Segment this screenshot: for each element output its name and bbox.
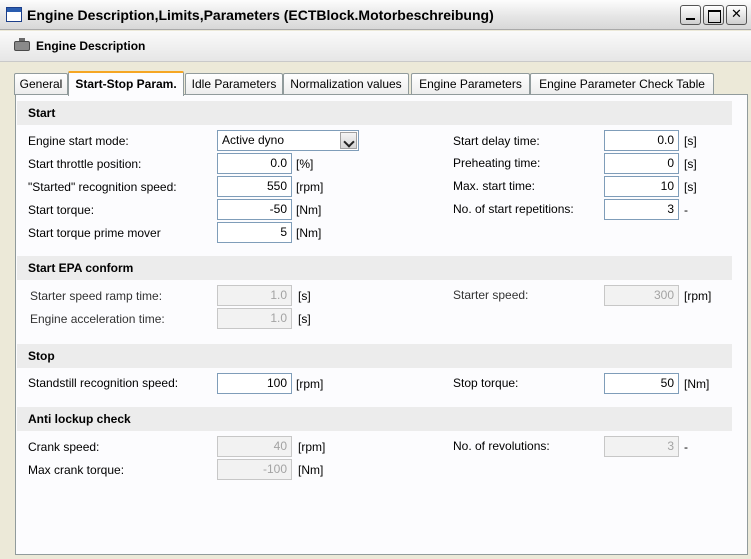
ramp-time-unit: [s] (298, 289, 311, 303)
stop-torque-label: Stop torque: (453, 376, 519, 390)
starter-speed-input: 300 (604, 285, 679, 306)
start-repetitions-input[interactable]: 3 (604, 199, 679, 220)
max-crank-torque-unit: [Nm] (298, 463, 324, 477)
revolutions-unit: - (684, 440, 688, 454)
preheating-input[interactable]: 0 (604, 153, 679, 174)
start-torque-unit: [Nm] (296, 203, 322, 217)
window-title: Engine Description,Limits,Parameters (EC… (27, 7, 494, 23)
max-crank-torque-input: -100 (217, 459, 292, 480)
crank-speed-unit: [rpm] (298, 440, 326, 454)
ramp-time-label: Starter speed ramp time: (30, 289, 163, 303)
maximize-button[interactable] (703, 5, 724, 25)
close-button[interactable]: ✕ (726, 5, 747, 25)
start-delay-label: Start delay time: (453, 134, 540, 148)
engine-start-mode-label: Engine start mode: (28, 134, 129, 148)
start-repetitions-unit: - (684, 203, 688, 217)
max-start-time-unit: [s] (684, 180, 697, 194)
start-delay-input[interactable]: 0.0 (604, 130, 679, 151)
standstill-speed-unit: [rpm] (296, 377, 324, 391)
start-torque-prime-input[interactable]: 5 (217, 222, 292, 243)
title-bar[interactable]: Engine Description,Limits,Parameters (EC… (0, 0, 751, 30)
stop-torque-unit: [Nm] (684, 377, 710, 391)
preheating-label: Preheating time: (453, 156, 541, 170)
max-start-time-input[interactable]: 10 (604, 176, 679, 197)
engine-icon (14, 38, 30, 51)
max-crank-torque-label: Max crank torque: (28, 463, 125, 477)
start-torque-input[interactable]: -50 (217, 199, 292, 220)
tab-engine-parameter-check-table[interactable]: Engine Parameter Check Table (530, 73, 714, 95)
stop-torque-input[interactable]: 50 (604, 373, 679, 394)
page-title: Engine Description (36, 39, 146, 53)
ramp-time-input: 1.0 (217, 285, 292, 306)
start-torque-prime-unit: [Nm] (296, 226, 322, 240)
starter-speed-label: Starter speed: (453, 288, 529, 302)
tab-start-stop-param[interactable]: Start-Stop Param. (68, 71, 184, 96)
start-throttle-label: Start throttle position: (28, 157, 142, 171)
engine-start-mode-select[interactable]: Active dyno (217, 130, 359, 151)
tab-general[interactable]: General (14, 73, 68, 95)
window-icon (6, 7, 22, 22)
section-start-header: Start (17, 101, 732, 125)
chevron-down-icon[interactable] (340, 132, 357, 149)
standstill-speed-input[interactable]: 100 (217, 373, 292, 394)
start-repetitions-label: No. of start repetitions: (453, 202, 574, 216)
page-header: Engine Description (0, 31, 751, 62)
standstill-speed-label: Standstill recognition speed: (28, 376, 179, 390)
accel-time-label: Engine acceleration time: (30, 312, 165, 326)
started-speed-label: "Started" recognition speed: (28, 180, 177, 194)
tab-engine-parameters[interactable]: Engine Parameters (411, 73, 530, 95)
accel-time-input: 1.0 (217, 308, 292, 329)
engine-start-mode-value: Active dyno (222, 133, 285, 147)
revolutions-input: 3 (604, 436, 679, 457)
started-speed-input[interactable]: 550 (217, 176, 292, 197)
start-throttle-unit: [%] (296, 157, 314, 171)
start-throttle-input[interactable]: 0.0 (217, 153, 292, 174)
crank-speed-input: 40 (217, 436, 292, 457)
start-delay-unit: [s] (684, 134, 697, 148)
start-torque-label: Start torque: (28, 203, 95, 217)
crank-speed-label: Crank speed: (28, 440, 100, 454)
minimize-button[interactable] (680, 5, 701, 25)
section-anti-lockup-header: Anti lockup check (17, 407, 732, 431)
started-speed-unit: [rpm] (296, 180, 324, 194)
start-torque-prime-label: Start torque prime mover (28, 226, 161, 240)
preheating-unit: [s] (684, 157, 697, 171)
tab-idle-parameters[interactable]: Idle Parameters (185, 73, 283, 95)
starter-speed-unit: [rpm] (684, 289, 712, 303)
accel-time-unit: [s] (298, 312, 311, 326)
section-start-epa-header: Start EPA conform (17, 256, 732, 280)
max-start-time-label: Max. start time: (453, 179, 536, 193)
tab-normalization-values[interactable]: Normalization values (283, 73, 409, 95)
section-stop-header: Stop (17, 344, 732, 368)
revolutions-label: No. of revolutions: (453, 439, 550, 453)
